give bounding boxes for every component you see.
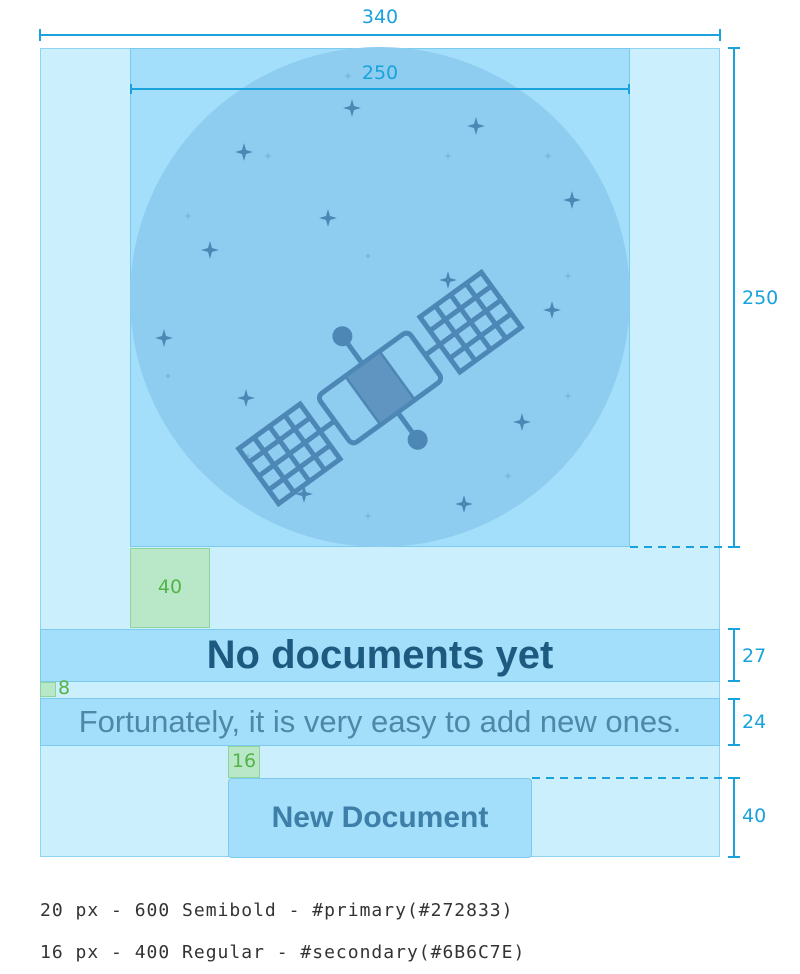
subtitle-typography-spec: 16 px - 400 Regular - #secondary(#6B6C7E…	[40, 942, 526, 963]
spacing-label-16: 16	[231, 750, 257, 772]
title-typography-spec: 20 px - 600 Semibold - #primary(#272833)	[40, 900, 514, 921]
container-width-label: 340	[361, 6, 399, 28]
title-height-label: 27	[742, 645, 767, 667]
image-height-label: 250	[742, 287, 779, 309]
image-width-label: 250	[361, 62, 399, 84]
subtitle-height-label: 24	[742, 711, 767, 733]
empty-state-subtitle: Fortunately, it is very easy to add new …	[78, 704, 682, 739]
button-height-label: 40	[742, 805, 767, 827]
empty-state-title: No documents yet	[206, 633, 554, 677]
new-document-button[interactable]: New Document	[228, 778, 532, 858]
spacing-label-40: 40	[157, 576, 183, 598]
